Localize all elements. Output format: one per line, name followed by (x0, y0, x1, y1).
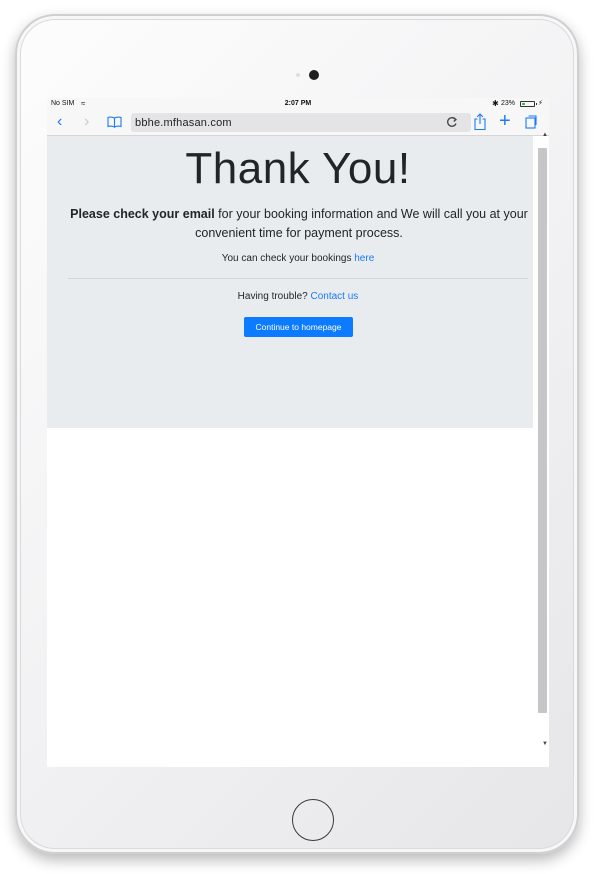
scroll-down-arrow[interactable]: ▼ (542, 741, 548, 747)
tabs-icon[interactable] (525, 115, 537, 129)
trouble-line: Having trouble? Contact us (47, 291, 549, 302)
share-icon[interactable] (473, 113, 487, 131)
contact-link[interactable]: Contact us (311, 291, 359, 302)
back-button[interactable]: ‹ (57, 114, 62, 130)
bookings-text: You can check your bookings (221, 253, 355, 264)
status-bar: No SIM ≈ 2:07 PM ✱ 23% ⚡ (47, 98, 549, 110)
url-field[interactable]: bbhe.mfhasan.com (131, 113, 471, 132)
lead-strong: Please check your email (70, 207, 215, 221)
status-time: 2:07 PM (284, 100, 312, 107)
scroll-up-arrow[interactable]: ▲ (542, 132, 548, 138)
charging-icon: ⚡ (538, 100, 543, 107)
home-button[interactable] (292, 799, 334, 841)
page-title: Thank You! (185, 144, 411, 193)
trouble-text: Having trouble? (237, 291, 311, 302)
front-camera (309, 70, 319, 80)
bookings-line: You can check your bookings here (47, 253, 549, 264)
url-text: bbhe.mfhasan.com (135, 117, 232, 129)
bookmarks-icon[interactable] (107, 115, 122, 128)
forward-button[interactable]: › (84, 114, 89, 130)
continue-homepage-button[interactable]: Continue to homepage (244, 317, 353, 337)
scrollbar[interactable] (538, 148, 547, 713)
lead-rest: for your booking information and We will… (195, 207, 528, 240)
plus-icon[interactable]: + (499, 110, 511, 132)
screen: No SIM ≈ 2:07 PM ✱ 23% ⚡ ‹ › bbhe.mfhasa… (47, 98, 549, 767)
battery-icon (520, 101, 537, 107)
bluetooth-icon: ✱ (492, 99, 499, 108)
browser-toolbar: ‹ › bbhe.mfhasan.com + (47, 110, 549, 136)
bookings-link[interactable]: here (354, 253, 374, 264)
battery-percent: 23% (501, 100, 516, 107)
lead-text: Please check your email for your booking… (69, 205, 529, 243)
divider (68, 278, 528, 279)
sensor-dot (296, 73, 300, 77)
reload-icon[interactable] (445, 115, 459, 129)
